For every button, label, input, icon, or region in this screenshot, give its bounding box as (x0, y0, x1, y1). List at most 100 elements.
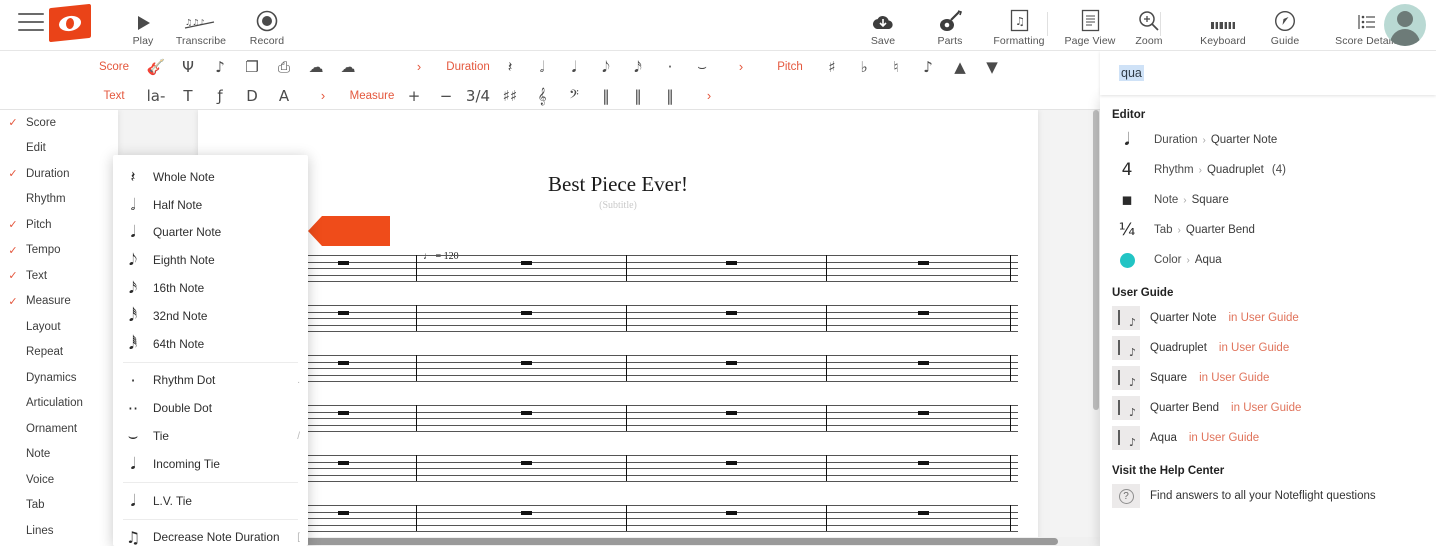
noteflight-logo[interactable] (49, 3, 91, 43)
eighth-note-icon[interactable]: 𝅘𝅥𝅮 (590, 54, 622, 80)
tool-page-view[interactable]: Page View (1052, 2, 1128, 47)
duration-menu-item-l-v-tie[interactable]: 𝅘𝅥 L.V. Tie (113, 487, 308, 515)
half-note-icon[interactable]: 𝅗𝅥 (526, 54, 558, 80)
quarter-note-icon[interactable]: 𝅘𝅥 (558, 54, 590, 80)
whole-rest[interactable] (726, 261, 737, 265)
editor-result-quarter-note[interactable]: 𝅘𝅥 Duration › Quarter Note (1100, 125, 1436, 155)
score-subtitle[interactable]: (Subtitle) (198, 200, 1038, 211)
barline[interactable] (416, 255, 418, 281)
palette-category-pitch[interactable]: Pitch (764, 54, 816, 80)
embed-code-icon[interactable] (364, 54, 396, 80)
barline[interactable] (826, 455, 828, 481)
whole-rest[interactable] (918, 261, 929, 265)
duration-menu-item-eighth-note[interactable]: 𝅘𝅥𝅮 Eighth Note (113, 246, 308, 274)
guide-result-quadruplet[interactable]: Quadruplet in User Guide (1100, 333, 1436, 363)
sidebar-item-duration[interactable]: ✓ Duration (0, 161, 118, 187)
remove-measure-icon[interactable]: − (430, 83, 462, 109)
duration-menu-item-incoming-tie[interactable]: 𝅘𝅥 Incoming Tie (113, 450, 308, 478)
palette-more-text-icon[interactable]: › (300, 83, 346, 109)
boxed-text-icon[interactable]: A (268, 83, 300, 109)
tool-parts[interactable]: Parts (915, 2, 985, 47)
sidebar-item-tab[interactable]: Tab (0, 493, 118, 519)
tuning-fork-icon[interactable]: Ψ (172, 54, 204, 80)
sidebar-item-score[interactable]: ✓ Score (0, 110, 118, 136)
palette-category-text[interactable]: Text (88, 83, 140, 109)
editor-result-quarter-bend[interactable]: ¼ Tab › Quarter Bend (1100, 215, 1436, 245)
whole-rest[interactable] (338, 311, 349, 315)
barline-icon[interactable]: ‖ (590, 83, 622, 109)
whole-rest[interactable] (338, 411, 349, 415)
barline[interactable] (826, 405, 828, 431)
sidebar-item-text[interactable]: ✓ Text (0, 263, 118, 289)
tool-save[interactable]: Save (848, 2, 918, 47)
guitar-icon[interactable]: 🎸 (140, 54, 172, 80)
instrument-card-icon[interactable]: ♪ (204, 54, 236, 80)
whole-rest[interactable] (918, 511, 929, 515)
double-barline-icon[interactable]: ‖ (622, 83, 654, 109)
duration-menu-item-whole-note[interactable]: 𝄽 Whole Note (113, 163, 308, 191)
sidebar-item-lines[interactable]: Lines (0, 518, 118, 544)
sidebar-item-ornament[interactable]: Ornament (0, 416, 118, 442)
barline[interactable] (826, 355, 828, 381)
tool-guide[interactable]: Guide (1255, 2, 1315, 47)
barline[interactable] (626, 255, 628, 281)
final-barline-icon[interactable]: ‖ (654, 83, 686, 109)
barline[interactable] (826, 255, 828, 281)
palette-more-duration-icon[interactable]: › (718, 54, 764, 80)
sidebar-item-voice[interactable]: Voice (0, 467, 118, 493)
duration-menu-item-rhythm-dot[interactable]: · Rhythm Dot. (113, 367, 308, 395)
duration-menu-item-64th-note[interactable]: 𝅘𝅥𝅱 64th Note (113, 330, 308, 358)
sidebar-item-rhythm[interactable]: Rhythm (0, 187, 118, 213)
palette-more-measure-icon[interactable]: › (686, 83, 732, 109)
vertical-scrollbar[interactable] (1092, 110, 1100, 546)
barline[interactable] (416, 405, 418, 431)
whole-rest[interactable] (726, 411, 737, 415)
selection-arrow-marker[interactable] (308, 216, 390, 246)
staff-system[interactable]: 𝄞44 (198, 445, 1038, 491)
palette-category-score[interactable]: Score (88, 54, 140, 80)
palette-category-duration[interactable]: Duration (442, 54, 494, 80)
copy-pages-icon[interactable]: ❐ (236, 54, 268, 80)
duration-menu-item-double-dot[interactable]: ·· Double Dot (113, 394, 308, 422)
whole-rest[interactable] (726, 311, 737, 315)
sidebar-item-layout[interactable]: Layout (0, 314, 118, 340)
score-title[interactable]: Best Piece Ever! (198, 172, 1038, 197)
sidebar-item-pitch[interactable]: ✓ Pitch (0, 212, 118, 238)
sharp-icon[interactable]: ♯ (816, 54, 848, 80)
staff-system[interactable]: 𝄞44 (198, 245, 1038, 291)
cloud-upload-icon[interactable]: ☁ (300, 54, 332, 80)
tool-formatting[interactable]: ♫ Formatting (981, 2, 1057, 47)
tool-transcribe[interactable]: ♫♫♪ Transcribe (166, 2, 236, 47)
treble-clef-icon[interactable]: 𝄞 (526, 83, 558, 109)
whole-rest[interactable] (521, 461, 532, 465)
editor-result-aqua[interactable]: Color › Aqua (1100, 245, 1436, 275)
whole-rest[interactable] (726, 461, 737, 465)
tie-icon[interactable]: ⌣ (686, 54, 718, 80)
guide-result-quarter-note[interactable]: Quarter Note in User Guide (1100, 303, 1436, 333)
sidebar-item-articulation[interactable]: Articulation (0, 391, 118, 417)
editor-result-square[interactable]: ▪ Note › Square (1100, 185, 1436, 215)
whole-rest[interactable] (521, 361, 532, 365)
cloud-download-icon[interactable]: ☁ (332, 54, 364, 80)
duration-menu-item-tie[interactable]: ⌣ Tie / (113, 422, 308, 450)
print-icon[interactable]: ⎙ (268, 54, 300, 80)
key-signature-icon[interactable]: ♯♯ (494, 83, 526, 109)
lyrics-icon[interactable]: la- (140, 83, 172, 109)
sixteenth-note-icon[interactable]: 𝅘𝅥𝅯 (622, 54, 654, 80)
duration-menu-item-16th-note[interactable]: 𝅘𝅥𝅯 16th Note (113, 274, 308, 302)
search-input[interactable]: qua (1119, 65, 1144, 81)
barline[interactable] (416, 305, 418, 331)
whole-rest[interactable] (918, 461, 929, 465)
transpose-up-icon[interactable]: ▲ (944, 54, 976, 80)
sidebar-item-note[interactable]: Note (0, 442, 118, 468)
whole-rest[interactable] (726, 361, 737, 365)
search-box[interactable]: qua (1100, 51, 1436, 95)
staff-system[interactable]: 𝄞44 (198, 395, 1038, 441)
tool-zoom[interactable]: Zoom (1119, 2, 1179, 47)
sidebar-item-tempo[interactable]: ✓ Tempo (0, 238, 118, 264)
palette-category-measure[interactable]: Measure (346, 83, 398, 109)
palette-more-score-icon[interactable]: › (396, 54, 442, 80)
guide-result-aqua[interactable]: Aqua in User Guide (1100, 423, 1436, 453)
duration-menu-item-quarter-note[interactable]: 𝅘𝅥 Quarter Note (113, 219, 308, 247)
barline[interactable] (626, 405, 628, 431)
